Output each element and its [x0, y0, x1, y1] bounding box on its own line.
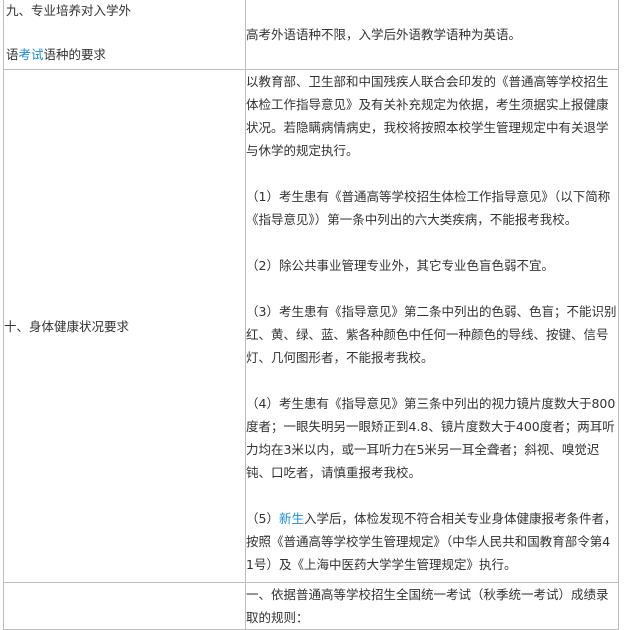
content-text: 一、依据普通高等学校招生全国统一考试（秋季统一考试）成绩录取的规则：	[246, 587, 609, 625]
label-text: 语种的要求	[43, 47, 107, 62]
freshman-link[interactable]: 新生	[279, 511, 304, 526]
health-item-2: （2）除公共事业管理专业外，其它专业色盲色弱不宜。	[246, 258, 554, 273]
row-content-admission: 一、依据普通高等学校招生全国统一考试（秋季统一考试）成绩录取的规则：	[245, 582, 619, 630]
row-label-health: 十、身体健康状况要求	[3, 69, 246, 583]
exam-link[interactable]: 考试	[19, 47, 44, 62]
label-line: 语考试语种的要求	[6, 43, 106, 66]
health-item-4: （4）考生患有《指导意见》第三条中列出的视力镜片度数大于800度者；一眼失明另一…	[246, 396, 616, 480]
row-content-language: 高考外语语种不限，入学后外语教学语种为英语。	[245, 0, 619, 70]
content-text: 高考外语语种不限，入学后外语教学语种为英语。	[246, 26, 522, 42]
label-line: 九、专业培养对入学外	[6, 3, 132, 18]
row-content-health: 以教育部、卫生部和中国残疾人联合会印发的《普通高等学校招生体检工作指导意见》及有…	[245, 69, 619, 583]
item-prefix: （5）	[246, 511, 279, 526]
row-label-empty	[3, 582, 246, 630]
health-item-5: （5）新生入学后，体检发现不符合相关专业身体健康报考条件者，按照《普通高等学校学…	[246, 507, 618, 576]
admission-policy-table: 九、专业培养对入学外 语考试语种的要求 高考外语语种不限，入学后外语教学语种为英…	[3, 0, 619, 630]
intro-paragraph: 以教育部、卫生部和中国残疾人联合会印发的《普通高等学校招生体检工作指导意见》及有…	[246, 74, 609, 158]
table-row: 十、身体健康状况要求 以教育部、卫生部和中国残疾人联合会印发的《普通高等学校招生…	[3, 69, 619, 583]
label-text: 十、身体健康状况要求	[4, 318, 130, 334]
table-row: 一、依据普通高等学校招生全国统一考试（秋季统一考试）成绩录取的规则：	[3, 582, 619, 630]
label-text: 语	[6, 47, 19, 62]
row-label-language: 九、专业培养对入学外 语考试语种的要求	[3, 0, 246, 70]
health-item-3: （3）考生患有《指导意见》第二条中列出的色弱、色盲；不能识别红、黄、绿、蓝、紫各…	[246, 304, 617, 365]
health-item-1: （1）考生患有《普通高等学校招生体检工作指导意见》（以下简称《指导意见》）第一条…	[246, 189, 611, 227]
table-row: 九、专业培养对入学外 语考试语种的要求 高考外语语种不限，入学后外语教学语种为英…	[3, 0, 619, 70]
